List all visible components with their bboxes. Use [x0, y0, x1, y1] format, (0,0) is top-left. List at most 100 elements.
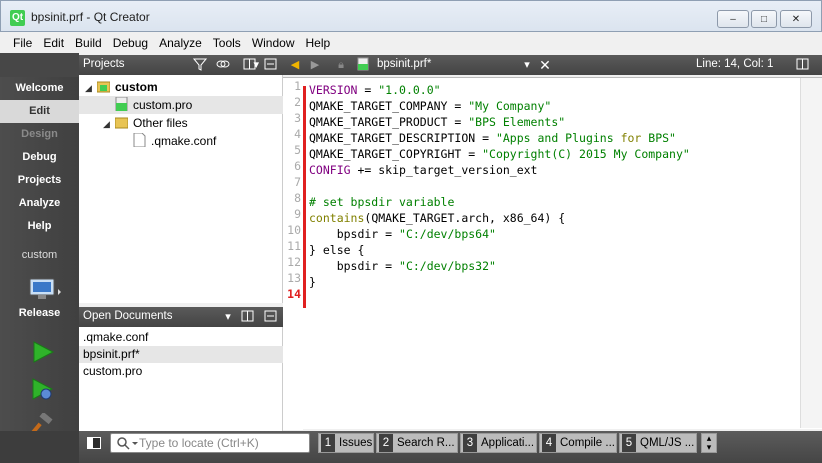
line-number: 3 — [294, 111, 301, 125]
cursor-position: Line: 14, Col: 1 — [696, 58, 774, 70]
line-number: 10 — [287, 223, 301, 237]
chevron-down-icon[interactable]: ▾ — [220, 309, 236, 325]
project-tree: ◢ custom custom.pro ◢ Other files .qmake.conf — [79, 75, 283, 303]
vertical-scrollbar[interactable] — [800, 78, 822, 428]
mode-analyze[interactable]: Analyze — [0, 192, 79, 215]
filter-icon[interactable] — [192, 57, 208, 73]
tab-label: Applicati... — [481, 437, 535, 449]
locator-input[interactable]: Type to locate (Ctrl+K) — [110, 433, 310, 453]
tree-item[interactable]: .qmake.conf — [121, 132, 216, 150]
tree-item-label: custom.pro — [133, 98, 193, 112]
output-pane-tab[interactable]: 4 Compile ... — [539, 433, 617, 453]
code-line: } — [309, 275, 316, 289]
output-pane-tab[interactable]: 1 Issues — [318, 433, 374, 453]
open-documents-list: .qmake.conf bpsinit.prf* custom.pro — [79, 327, 283, 431]
menu-edit[interactable]: Edit — [38, 36, 69, 50]
mode-projects[interactable]: Projects — [0, 169, 79, 192]
code-line: ​ — [309, 178, 690, 194]
navigate-forward-icon[interactable]: ▶ — [307, 57, 323, 73]
code-line: QMAKE_TARGET_DESCRIPTION = "Apps and Plu… — [309, 131, 676, 145]
projects-panel-header: Projects ▾ — [79, 55, 283, 75]
run-button[interactable] — [31, 340, 55, 364]
split-icon[interactable] — [242, 57, 258, 73]
output-pane-tab[interactable]: 3 Applicati... — [460, 433, 537, 453]
current-file-selector[interactable]: bpsinit.prf* — [377, 58, 431, 70]
menu-analyze[interactable]: Analyze — [154, 36, 207, 50]
title-bar: Qt bpsinit.prf - Qt Creator – □ ✕ — [0, 0, 822, 32]
kit-selector[interactable] — [28, 277, 61, 301]
line-number: 2 — [294, 95, 301, 109]
code-line: bpsdir = "C:/dev/bps64" — [309, 227, 496, 241]
mode-welcome[interactable]: Welcome — [0, 77, 79, 100]
pro-file-icon — [115, 96, 128, 112]
tab-number: 3 — [463, 434, 477, 452]
tree-item[interactable]: ◢ custom — [85, 78, 158, 96]
projects-panel-title: Projects — [83, 58, 125, 70]
open-document-item[interactable]: custom.pro — [79, 363, 283, 380]
mode-design[interactable]: Design — [0, 123, 79, 146]
tab-label: Compile ... — [560, 437, 615, 449]
close-button[interactable]: ✕ — [780, 10, 812, 28]
statusbar-corner — [0, 431, 79, 463]
modified-lines-marker — [303, 86, 306, 308]
line-number: 9 — [294, 207, 301, 221]
more-panes-button[interactable]: ▴ ▾ — [701, 433, 717, 453]
tab-label: Search R... — [397, 437, 455, 449]
expand-arrow-icon[interactable]: ◢ — [103, 115, 115, 133]
output-pane-tab[interactable]: 5 QML/JS ... — [619, 433, 697, 453]
code-line: QMAKE_TARGET_COPYRIGHT = "Copyright(C) 2… — [309, 147, 690, 161]
split-icon[interactable] — [240, 309, 256, 325]
minimize-button[interactable]: – — [717, 10, 749, 28]
window-title: bpsinit.prf - Qt Creator — [31, 10, 150, 24]
tab-number: 5 — [622, 434, 636, 452]
open-document-item[interactable]: bpsinit.prf* — [79, 346, 283, 363]
folder-icon — [114, 115, 129, 129]
menu-build[interactable]: Build — [70, 36, 107, 50]
debug-run-button[interactable] — [30, 377, 56, 403]
code-area[interactable]: VERSION = "1.0.0.0" QMAKE_TARGET_COMPANY … — [309, 82, 690, 306]
open-documents-title: Open Documents — [83, 310, 173, 322]
menu-debug[interactable]: Debug — [108, 36, 153, 50]
tab-number: 1 — [321, 434, 335, 452]
file-icon — [133, 132, 146, 148]
line-number: 11 — [287, 239, 301, 253]
text-editor[interactable]: 1 2 3 4 5 6 7 8 9 10 11 12 13 14 VERSION = "1.0.0.0" Q… — [283, 77, 822, 430]
menu-bar: File Edit Build Debug Analyze Tools Window Help — [0, 32, 822, 53]
line-number: 13 — [287, 271, 301, 285]
line-number: 6 — [294, 159, 301, 173]
code-line: VERSION = "1.0.0.0" — [309, 83, 441, 97]
tab-number: 4 — [542, 434, 556, 452]
code-line: QMAKE_TARGET_COMPANY = "My Company" — [309, 99, 552, 113]
menu-file[interactable]: File — [8, 36, 37, 50]
mode-edit[interactable]: Edit — [0, 100, 79, 123]
menu-window[interactable]: Window — [247, 36, 300, 50]
output-pane-tab[interactable]: 2 Search R... — [376, 433, 458, 453]
expand-arrow-icon[interactable]: ◢ — [85, 79, 97, 97]
navigate-back-icon[interactable]: ◀ — [287, 57, 303, 73]
mode-debug[interactable]: Debug — [0, 146, 79, 169]
line-number: 14 — [287, 287, 301, 301]
chevron-down-icon[interactable]: ▾ — [519, 57, 535, 73]
mode-help[interactable]: Help — [0, 215, 79, 238]
tree-item[interactable]: custom.pro — [79, 96, 283, 114]
link-with-editor-icon[interactable] — [215, 57, 231, 73]
debug-run-icon — [32, 378, 54, 400]
menu-help[interactable]: Help — [301, 36, 336, 50]
maximize-button[interactable]: □ — [751, 10, 777, 28]
open-document-item[interactable]: .qmake.conf — [79, 329, 283, 346]
qt-creator-app-icon: Qt — [10, 10, 25, 26]
close-panel-icon[interactable] — [263, 309, 279, 325]
toggle-sidebar-icon[interactable] — [87, 437, 101, 449]
code-line: contains(QMAKE_TARGET.arch, x86_64) { — [309, 211, 566, 225]
open-documents-header: Open Documents ▾ — [79, 307, 283, 327]
close-document-icon[interactable]: ✕ — [537, 57, 553, 73]
tree-item[interactable]: ◢ Other files — [103, 114, 188, 132]
close-panel-icon[interactable] — [263, 57, 279, 73]
split-editor-icon[interactable] — [795, 57, 811, 73]
run-icon — [33, 341, 55, 363]
mode-selector: Welcome Edit Design Debug Projects Analyze Hel… — [0, 77, 79, 463]
tree-item-label: custom — [115, 80, 158, 94]
line-number: 12 — [287, 255, 301, 269]
project-folder-icon — [96, 79, 111, 93]
menu-tools[interactable]: Tools — [208, 36, 246, 50]
